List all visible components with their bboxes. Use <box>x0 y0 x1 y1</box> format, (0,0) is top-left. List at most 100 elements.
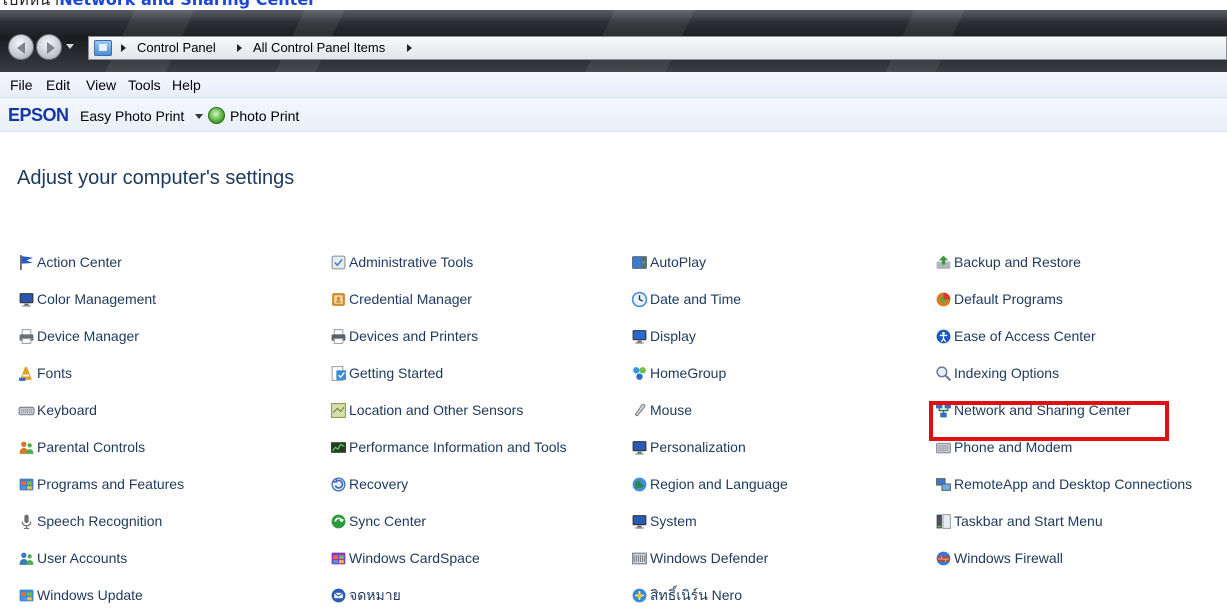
cp-item-label: Region and Language <box>650 476 788 492</box>
cp-item-label: Personalization <box>650 439 746 455</box>
menu-tools[interactable]: Tools <box>128 76 161 94</box>
address-field[interactable]: Control Panel All Control Panel Items <box>88 36 1227 60</box>
performance-icon <box>330 439 347 456</box>
breadcrumb-control-panel[interactable]: Control Panel <box>137 40 216 56</box>
cp-item-label: Device Manager <box>37 328 139 344</box>
cp-item-label: Date and Time <box>650 291 742 307</box>
location-icon <box>330 402 347 419</box>
cp-item-programs-and-features[interactable]: Programs and Features <box>18 473 184 495</box>
easy-photo-print-button[interactable]: Easy Photo Print <box>80 107 184 125</box>
page-title: Adjust your computer's settings <box>17 167 295 189</box>
cp-item-label: Color Management <box>37 291 157 307</box>
cp-item-speech-recognition[interactable]: Speech Recognition <box>18 510 162 532</box>
cp-item-personalization[interactable]: Personalization <box>631 436 746 458</box>
menu-edit[interactable]: Edit <box>46 76 70 94</box>
menu-file[interactable]: File <box>10 76 33 94</box>
forward-button[interactable] <box>36 34 62 60</box>
caption-link[interactable]: Network and Sharing Center <box>59 0 316 9</box>
cp-item-getting-started[interactable]: Getting Started <box>330 362 443 384</box>
cp-item-date-and-time[interactable]: Date and Time <box>631 288 741 310</box>
cp-item-nero[interactable]: สิทธิ์เนิร์น Nero <box>631 584 742 606</box>
cp-item-user-accounts[interactable]: User Accounts <box>18 547 127 569</box>
cp-item-display[interactable]: Display <box>631 325 696 347</box>
cp-item-sync-center[interactable]: Sync Center <box>330 510 426 532</box>
cp-item-autoplay[interactable]: AutoPlay <box>631 251 706 273</box>
recent-pages-dropdown-icon[interactable] <box>66 44 74 49</box>
navigation-bar: Control Panel All Control Panel Items <box>0 30 1227 64</box>
cp-item-label: Location and Other Sensors <box>349 402 524 418</box>
windows-update-icon <box>18 587 35 604</box>
cp-item-color-management[interactable]: Color Management <box>18 288 156 310</box>
cp-item-label: Sync Center <box>349 513 427 529</box>
cp-item-remoteapp-and-desktop-connections[interactable]: RemoteApp and Desktop Connections <box>935 473 1192 495</box>
default-programs-icon <box>935 291 952 308</box>
cp-item-recovery[interactable]: Recovery <box>330 473 408 495</box>
cp-item-region-and-language[interactable]: Region and Language <box>631 473 788 495</box>
cp-item-ease-of-access-center[interactable]: Ease of Access Center <box>935 325 1096 347</box>
breadcrumb-all-items[interactable]: All Control Panel Items <box>253 40 385 56</box>
cp-item-administrative-tools[interactable]: Administrative Tools <box>330 251 473 273</box>
cp-item-homegroup[interactable]: HomeGroup <box>631 362 726 384</box>
photo-print-icon[interactable] <box>208 107 225 124</box>
cp-item-label: AutoPlay <box>650 254 707 270</box>
backup-icon <box>935 254 952 271</box>
cp-item-parental-controls[interactable]: Parental Controls <box>18 436 145 458</box>
cp-item-label: HomeGroup <box>650 365 727 381</box>
cp-item-label: Administrative Tools <box>349 254 474 270</box>
cp-item-label: Speech Recognition <box>37 513 163 529</box>
cp-item-label: Default Programs <box>954 291 1063 307</box>
cp-item-label: User Accounts <box>37 550 128 566</box>
control-panel-icon <box>94 40 112 56</box>
cp-item-credential-manager[interactable]: Credential Manager <box>330 288 472 310</box>
cp-item-windows-defender[interactable]: Windows Defender <box>631 547 768 569</box>
cp-item-windows-cardspace[interactable]: Windows CardSpace <box>330 547 480 569</box>
cp-item-windows-firewall[interactable]: Windows Firewall <box>935 547 1063 569</box>
breadcrumb-arrow-icon[interactable] <box>121 44 126 52</box>
cp-item-label: Windows Defender <box>650 550 769 566</box>
caption-prefix: ไปที่หน้า <box>0 0 59 9</box>
cp-item-label: Windows Update <box>37 587 143 603</box>
personalization-icon <box>631 439 648 456</box>
window-titlebar: Control Panel All Control Panel Items <box>0 10 1227 72</box>
cp-item-system[interactable]: System <box>631 510 697 532</box>
photo-print-button[interactable]: Photo Print <box>230 107 299 125</box>
autoplay-icon <box>631 254 648 271</box>
cp-item-label: จดหมาย <box>349 587 401 603</box>
cp-item-action-center[interactable]: Action Center <box>18 251 122 273</box>
back-button[interactable] <box>8 34 34 60</box>
flag-icon <box>18 254 35 271</box>
cp-item-taskbar-and-start-menu[interactable]: Taskbar and Start Menu <box>935 510 1103 532</box>
cp-item-device-manager[interactable]: Device Manager <box>18 325 139 347</box>
menu-view[interactable]: View <box>86 76 116 94</box>
highlight-box <box>929 401 1169 441</box>
defender-icon <box>631 550 648 567</box>
cp-item-label: Performance Information and Tools <box>349 439 567 455</box>
menu-help[interactable]: Help <box>172 76 201 94</box>
cp-item-label: Devices and Printers <box>349 328 479 344</box>
fonts-icon <box>18 365 35 382</box>
cp-item-devices-and-printers[interactable]: Devices and Printers <box>330 325 478 347</box>
cp-item-location-and-other-sensors[interactable]: Location and Other Sensors <box>330 399 523 421</box>
cp-item-keyboard[interactable]: Keyboard <box>18 399 97 421</box>
cp-item-performance-information-and-tools[interactable]: Performance Information and Tools <box>330 436 567 458</box>
cp-item-mouse[interactable]: Mouse <box>631 399 692 421</box>
cp-item-fonts[interactable]: Fonts <box>18 362 72 384</box>
epson-toolbar: EPSON Easy Photo Print Photo Print <box>0 98 1227 132</box>
cp-item-label: Indexing Options <box>954 365 1060 381</box>
menu-bar: File Edit View Tools Help <box>0 72 1227 98</box>
printer-icon <box>330 328 347 345</box>
cp-item-label: Backup and Restore <box>954 254 1081 270</box>
cp-item-default-programs[interactable]: Default Programs <box>935 288 1063 310</box>
chevron-down-icon[interactable] <box>195 114 203 119</box>
breadcrumb-arrow-icon[interactable] <box>237 44 242 52</box>
cp-item-backup-and-restore[interactable]: Backup and Restore <box>935 251 1081 273</box>
cp-item-label: Taskbar and Start Menu <box>954 513 1103 529</box>
cp-item-item-37[interactable]: จดหมาย <box>330 584 401 606</box>
phone-modem-icon <box>935 439 952 456</box>
clock-icon <box>631 291 648 308</box>
breadcrumb-arrow-icon[interactable] <box>407 44 412 52</box>
cp-item-windows-update[interactable]: Windows Update <box>18 584 143 606</box>
cp-item-label: Programs and Features <box>37 476 185 492</box>
cp-item-indexing-options[interactable]: Indexing Options <box>935 362 1059 384</box>
admin-tools-icon <box>330 254 347 271</box>
